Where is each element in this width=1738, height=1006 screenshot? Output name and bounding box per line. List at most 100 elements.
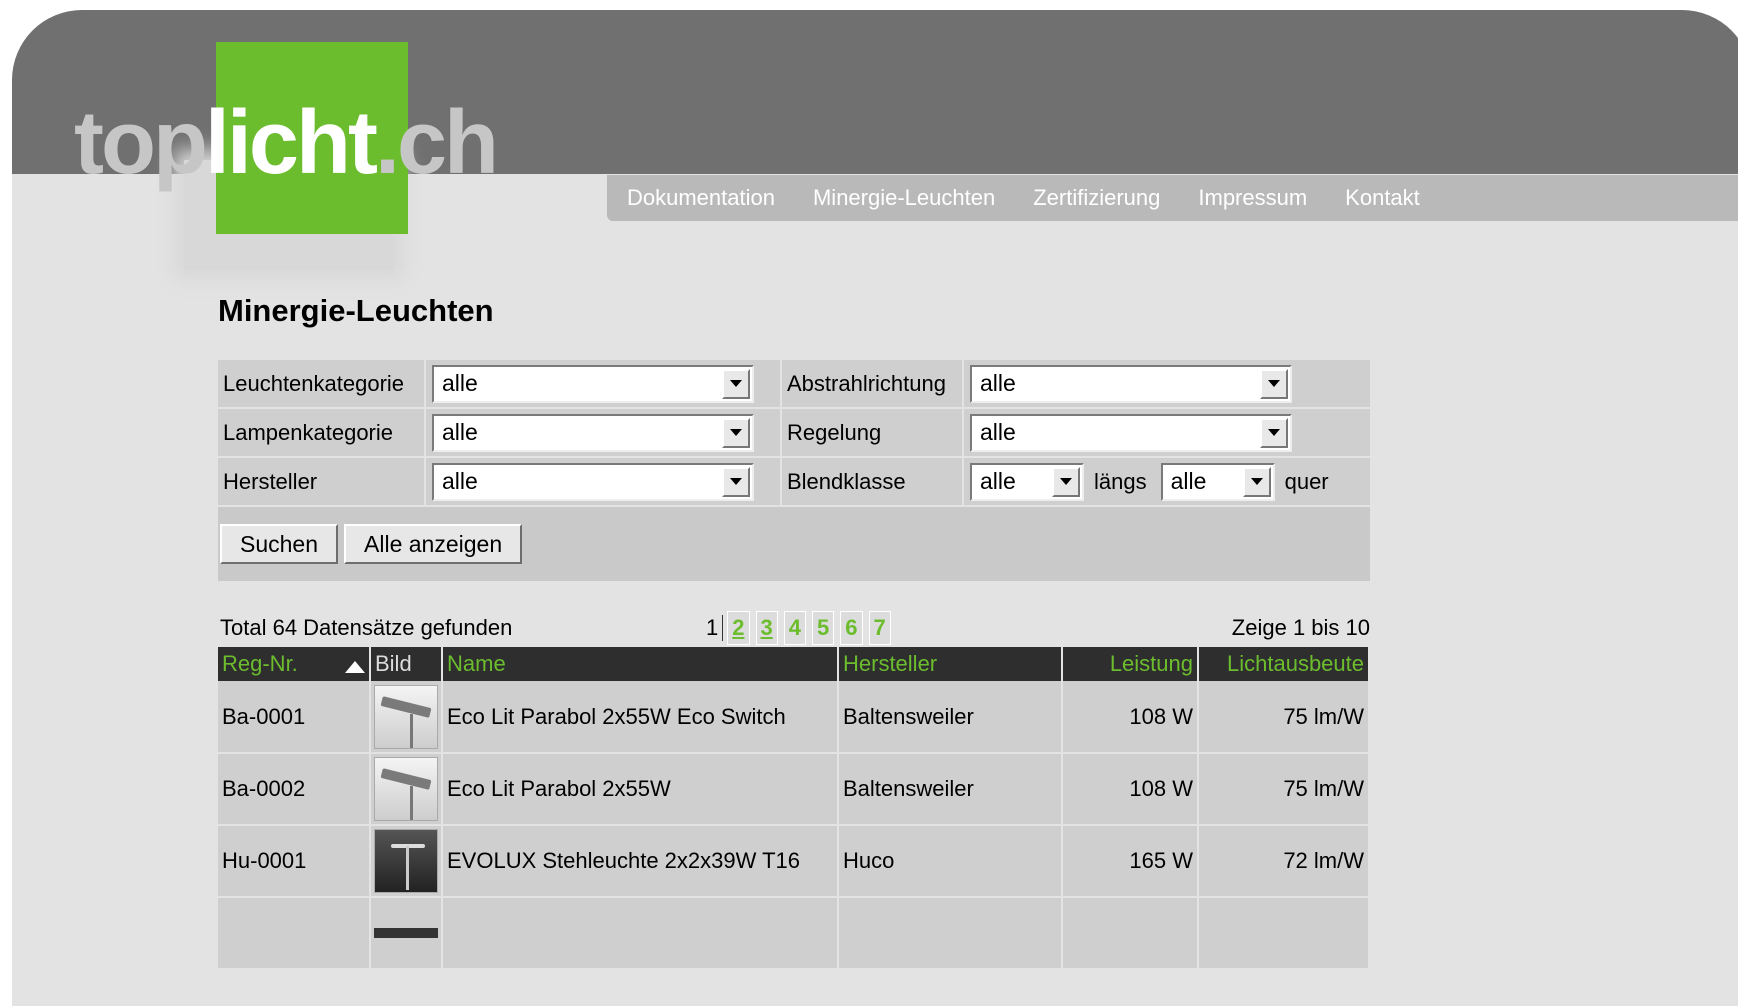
page-link-7[interactable]: 7	[868, 611, 891, 645]
cell-hersteller: Baltensweiler	[838, 753, 1063, 826]
table-row[interactable]: Ba-0002 Eco Lit Parabol 2x55W Baltenswei…	[218, 753, 1370, 826]
nav-kontakt[interactable]: Kontakt	[1345, 185, 1420, 211]
page-link-2[interactable]: 2	[727, 611, 750, 645]
cell-bild	[370, 681, 443, 754]
col-header-leistung[interactable]: Leistung	[1062, 647, 1199, 681]
show-all-button[interactable]: Alle anzeigen	[344, 524, 523, 564]
select-value: alle	[980, 468, 1016, 494]
current-page: 1	[702, 615, 724, 641]
filter-row: Hersteller alle Blendklasse alle längs a…	[218, 458, 1370, 507]
cell-reg-nr[interactable]: Ba-0002	[218, 753, 371, 826]
cell-leistung: 108 W	[1062, 753, 1199, 826]
chevron-down-icon[interactable]	[722, 417, 750, 448]
chevron-down-icon[interactable]	[722, 466, 750, 497]
lamp-thumbnail[interactable]	[374, 684, 438, 749]
cell-reg-nr[interactable]: Hu-0001	[218, 825, 371, 898]
label-hersteller: Hersteller	[218, 458, 426, 505]
search-button[interactable]: Suchen	[220, 524, 339, 564]
select-hersteller[interactable]: alle	[432, 462, 754, 501]
cell-lichtausbeute: 75 lm/W	[1198, 681, 1370, 754]
control-cell: alle	[426, 360, 782, 407]
results-summary: Total 64 Datensätze gefunden 1 2 3 4 5 6…	[218, 611, 1370, 647]
lamp-thumbnail[interactable]	[374, 829, 438, 893]
site-logo[interactable]: toplicht.ch	[74, 98, 499, 188]
select-leuchtenkategorie[interactable]: alle	[432, 364, 754, 403]
cell-hersteller: Baltensweiler	[838, 681, 1063, 754]
nav-minergie-leuchten[interactable]: Minergie-Leuchten	[813, 185, 995, 211]
page-link-3[interactable]: 3	[755, 611, 778, 645]
col-header-lichtausbeute[interactable]: Lichtausbeute	[1198, 647, 1370, 681]
cell-name[interactable]: Eco Lit Parabol 2x55W	[442, 753, 839, 826]
cell-bild	[370, 753, 443, 826]
control-cell: alle	[426, 458, 782, 505]
cell-bild	[370, 825, 443, 898]
col-header-name[interactable]: Name	[442, 647, 839, 681]
table-row[interactable]: Hu-0001 EVOLUX Stehleuchte 2x2x39W T16 H…	[218, 825, 1370, 898]
col-header-reg-nr[interactable]: Reg-Nr.	[218, 647, 371, 681]
control-cell: alle	[426, 409, 782, 456]
select-value: alle	[442, 370, 478, 396]
lamp-thumbnail-partial	[374, 928, 438, 938]
cell-hersteller: Huco	[838, 825, 1063, 898]
logo-part-licht: licht	[204, 93, 378, 193]
control-cell: alle	[964, 360, 1370, 407]
chevron-down-icon[interactable]	[1242, 466, 1271, 497]
select-lampenkategorie[interactable]: alle	[432, 413, 754, 452]
label-blendklasse: Blendklasse	[782, 458, 964, 505]
chevron-down-icon[interactable]	[1260, 417, 1288, 448]
table-row-partial	[218, 897, 1370, 970]
sort-ascending-icon[interactable]	[345, 661, 365, 673]
select-blendklasse-laengs[interactable]: alle	[970, 462, 1084, 501]
button-row: Suchen Alle anzeigen	[218, 507, 1370, 581]
select-blendklasse-quer[interactable]: alle	[1160, 462, 1275, 501]
chevron-down-icon[interactable]	[1052, 466, 1080, 497]
cell-lichtausbeute: 72 lm/W	[1198, 825, 1370, 898]
cell-leistung: 108 W	[1062, 681, 1199, 754]
nav-zertifizierung[interactable]: Zertifizierung	[1033, 185, 1160, 211]
nav-impressum[interactable]: Impressum	[1198, 185, 1307, 211]
page-link-4[interactable]: 4	[783, 611, 806, 645]
select-value: alle	[980, 419, 1016, 445]
filter-form: Leuchtenkategorie alle Abstrahlrichtung …	[218, 360, 1370, 581]
control-cell: alle längs alle quer	[964, 458, 1370, 505]
select-abstrahlrichtung[interactable]: alle	[970, 364, 1292, 403]
select-value: alle	[442, 419, 478, 445]
page-link-6[interactable]: 6	[840, 611, 863, 645]
select-value: alle	[442, 468, 478, 494]
main-nav: Dokumentation Minergie-Leuchten Zertifiz…	[607, 175, 1738, 221]
cell-name[interactable]: Eco Lit Parabol 2x55W Eco Switch	[442, 681, 839, 754]
filter-row: Leuchtenkategorie alle Abstrahlrichtung …	[218, 360, 1370, 409]
results-table: Reg-Nr. Bild Name Hersteller Leistung Li…	[218, 647, 1370, 970]
label-laengs: längs	[1094, 468, 1147, 494]
page-link-5[interactable]: 5	[812, 611, 835, 645]
total-count: Total 64 Datensätze gefunden	[220, 615, 513, 640]
select-value: alle	[1170, 468, 1207, 494]
col-header-hersteller[interactable]: Hersteller	[838, 647, 1063, 681]
filter-row: Lampenkategorie alle Regelung alle	[218, 409, 1370, 458]
logo-part-ch: .ch	[374, 93, 499, 193]
lamp-thumbnail[interactable]	[374, 757, 438, 821]
page-background: toplicht.ch Dokumentation Minergie-Leuch…	[12, 10, 1738, 1006]
cell-leistung: 165 W	[1062, 825, 1199, 898]
cell-lichtausbeute: 75 lm/W	[1198, 753, 1370, 826]
nav-dokumentation[interactable]: Dokumentation	[627, 185, 775, 211]
pagination: 1 2 3 4 5 6 7	[702, 611, 897, 645]
label-abstrahlrichtung: Abstrahlrichtung	[782, 360, 964, 407]
chevron-down-icon[interactable]	[1260, 368, 1288, 399]
table-header-row: Reg-Nr. Bild Name Hersteller Leistung Li…	[218, 647, 1370, 681]
label-leuchtenkategorie: Leuchtenkategorie	[218, 360, 426, 407]
label-quer: quer	[1284, 468, 1329, 494]
logo-part-top: top	[74, 93, 208, 193]
label-regelung: Regelung	[782, 409, 964, 456]
page-title: Minergie-Leuchten	[218, 293, 494, 328]
chevron-down-icon[interactable]	[722, 368, 750, 399]
cell-reg-nr[interactable]: Ba-0001	[218, 681, 371, 754]
control-cell: alle	[964, 409, 1370, 456]
label-lampenkategorie: Lampenkategorie	[218, 409, 426, 456]
select-regelung[interactable]: alle	[970, 413, 1292, 452]
col-header-bild: Bild	[370, 647, 443, 681]
select-value: alle	[980, 370, 1016, 396]
cell-name[interactable]: EVOLUX Stehleuchte 2x2x39W T16	[442, 825, 839, 898]
showing-range: Zeige 1 bis 10	[1231, 615, 1370, 640]
table-row[interactable]: Ba-0001 Eco Lit Parabol 2x55W Eco Switch…	[218, 681, 1370, 754]
